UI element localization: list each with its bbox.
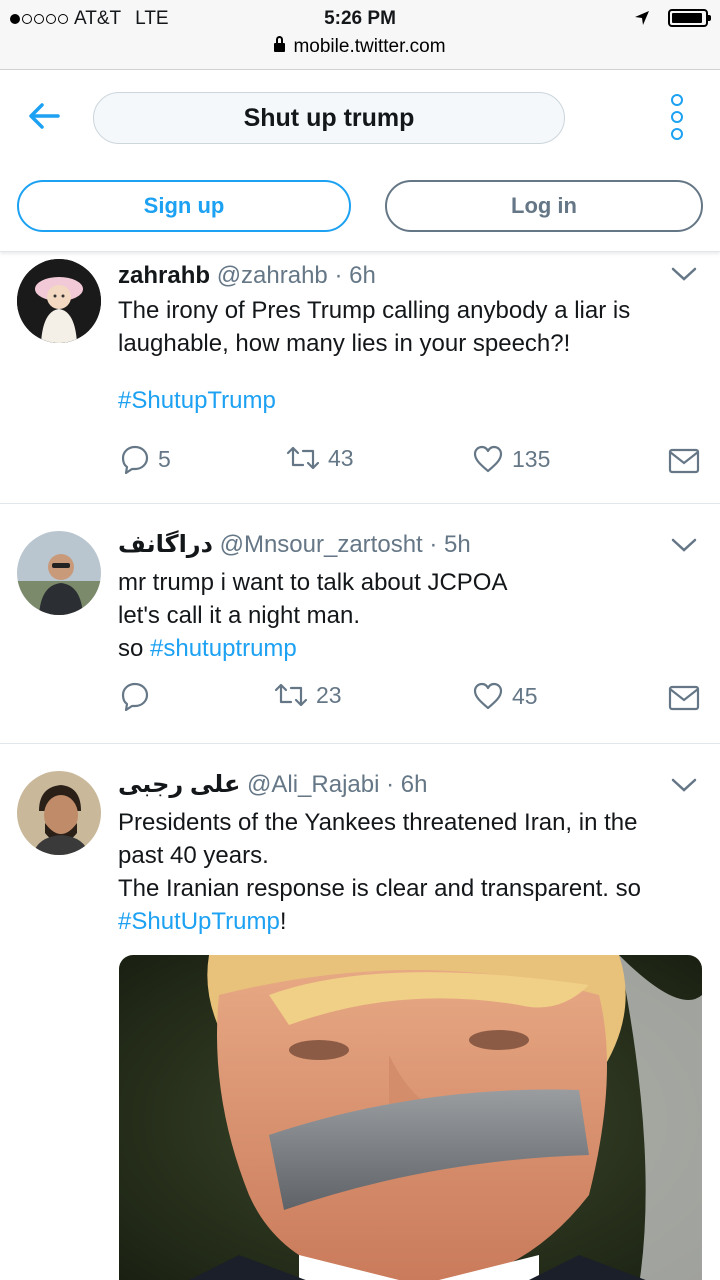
- twitter-header: Shut up trump Sign up Log in: [0, 70, 720, 252]
- retweet-icon: [286, 446, 320, 470]
- display-name[interactable]: zahrahb: [118, 262, 210, 289]
- signup-button[interactable]: Sign up: [17, 180, 351, 232]
- hashtag-link[interactable]: #shutuptrump: [150, 635, 297, 662]
- hashtag-link[interactable]: #ShutUpTrump: [118, 908, 280, 935]
- heart-icon: [473, 445, 503, 473]
- user-handle[interactable]: @Mnsour_zartosht: [220, 531, 423, 558]
- like-button[interactable]: 45: [472, 681, 538, 711]
- tweet-text-line: laughable, how many lies in your speech?…: [118, 330, 571, 357]
- more-options-icon[interactable]: [663, 94, 691, 140]
- direct-message-icon[interactable]: [668, 685, 700, 711]
- like-button[interactable]: 135: [472, 444, 550, 474]
- tweet-text-line: let's call it a night man.: [118, 602, 361, 629]
- back-arrow-icon[interactable]: [24, 96, 64, 136]
- user-handle[interactable]: @Ali_Rajabi: [247, 771, 379, 798]
- search-input[interactable]: Shut up trump: [93, 92, 565, 144]
- tweet-media-image[interactable]: [119, 955, 702, 1280]
- tweet-actions: 23 45: [118, 681, 708, 717]
- tweet[interactable]: zahrahb @zahrahb · 6h The irony of Pres …: [0, 252, 720, 504]
- display-name[interactable]: دراگانف: [118, 531, 213, 558]
- direct-message-icon[interactable]: [668, 448, 700, 474]
- tweet-timestamp[interactable]: · 6h: [386, 771, 427, 798]
- tweet-timestamp[interactable]: · 5h: [429, 531, 470, 558]
- chevron-down-icon[interactable]: [670, 535, 698, 555]
- tweet-header: علی رجبی @Ali_Rajabi · 6h: [118, 769, 427, 801]
- status-bar: AT&T LTE 5:26 PM mobile.twitter.com: [0, 0, 720, 70]
- avatar[interactable]: [17, 259, 101, 343]
- lock-icon: [274, 36, 286, 52]
- tweet[interactable]: علی رجبی @Ali_Rajabi · 6h Presidents of …: [0, 745, 720, 1280]
- like-count: 135: [512, 445, 551, 472]
- reply-count: 5: [158, 445, 171, 472]
- tweet-text-line: so: [118, 635, 151, 662]
- chevron-down-icon[interactable]: [670, 775, 698, 795]
- tweet-text: The irony of Pres Trump calling anybody …: [118, 294, 708, 417]
- avatar[interactable]: [17, 771, 101, 855]
- user-handle[interactable]: @zahrahb: [217, 262, 328, 289]
- login-button[interactable]: Log in: [385, 180, 703, 232]
- tweet-text-line: !: [279, 908, 287, 935]
- tweet-text-line: past 40 years.: [118, 842, 269, 869]
- hashtag-link[interactable]: #ShutupTrump: [118, 384, 708, 417]
- avatar[interactable]: [17, 531, 101, 615]
- like-count: 45: [512, 682, 538, 709]
- retweet-button[interactable]: 23: [274, 681, 342, 709]
- retweet-count: 43: [328, 444, 354, 471]
- clock: 5:26 PM: [324, 8, 396, 29]
- retweet-count: 23: [316, 681, 342, 708]
- tweet-text: mr trump i want to talk about JCPOA let'…: [118, 566, 708, 665]
- tweet-actions: 5 43 135: [118, 444, 708, 480]
- reply-button[interactable]: 5: [120, 444, 171, 474]
- reply-button[interactable]: [120, 681, 158, 711]
- tweet-text-line: Presidents of the Yankees threatened Ira…: [118, 809, 638, 836]
- tweet-text-line: mr trump i want to talk about JCPOA: [118, 569, 508, 596]
- reply-icon: [121, 682, 149, 711]
- battery-icon: [668, 9, 711, 27]
- location-arrow-icon: [635, 11, 649, 25]
- retweet-button[interactable]: 43: [286, 444, 354, 472]
- tweet-header: دراگانف @Mnsour_zartosht · 5h: [118, 529, 471, 561]
- tweet-timestamp[interactable]: · 6h: [334, 262, 375, 289]
- address-bar[interactable]: mobile.twitter.com: [0, 36, 720, 58]
- display-name[interactable]: علی رجبی: [118, 771, 240, 798]
- tweet-text: Presidents of the Yankees threatened Ira…: [118, 806, 708, 938]
- tweet[interactable]: دراگانف @Mnsour_zartosht · 5h mr trump i…: [0, 505, 720, 744]
- chevron-down-icon[interactable]: [670, 264, 698, 284]
- tweet-header: zahrahb @zahrahb · 6h: [118, 260, 376, 292]
- heart-icon: [473, 682, 503, 710]
- tweet-text-line: The Iranian response is clear and transp…: [118, 875, 641, 902]
- url-text: mobile.twitter.com: [293, 36, 446, 57]
- retweet-icon: [274, 683, 308, 707]
- tweet-text-line: The irony of Pres Trump calling anybody …: [118, 297, 631, 324]
- reply-icon: [121, 445, 149, 474]
